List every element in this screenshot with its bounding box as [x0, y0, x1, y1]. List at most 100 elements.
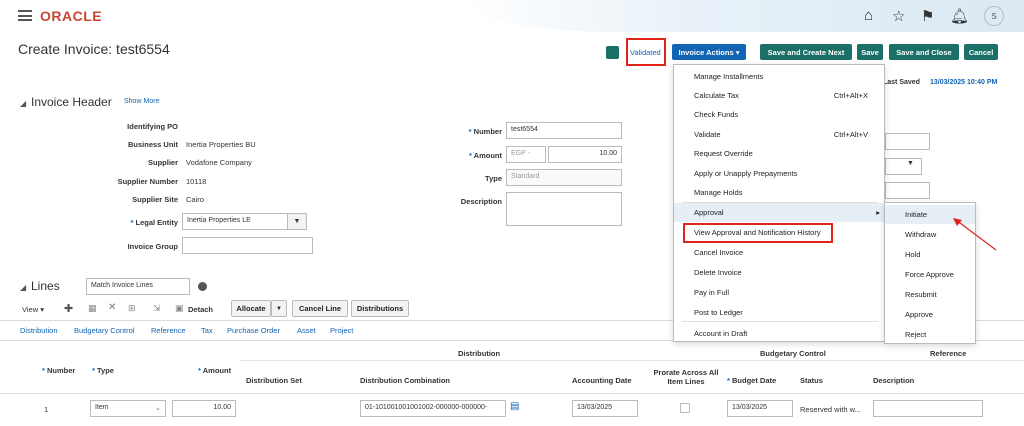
tab-reference[interactable]: Reference [151, 326, 186, 335]
combination-search-icon[interactable]: ▤ [510, 401, 519, 412]
lines-collapse-icon[interactable]: ◢ [20, 283, 26, 292]
submenu-item-force-approve[interactable]: Force Approve [885, 265, 975, 284]
menu-item-manage-installments[interactable]: Manage Installments [674, 67, 884, 86]
menu-separator [682, 321, 878, 322]
legal-entity-label-text: Legal Entity [135, 218, 178, 227]
save-button[interactable]: Save [857, 44, 883, 60]
tab-purchase-order[interactable]: Purchase Order [227, 326, 280, 335]
cancel-line-button[interactable]: Cancel Line [292, 300, 348, 317]
invoice-header-title: Invoice Header [31, 95, 112, 109]
avatar[interactable]: S [984, 6, 1004, 26]
group-distribution: Distribution [458, 349, 501, 358]
row-status: Reserved with w... [800, 405, 861, 414]
type-select[interactable]: Standard [506, 169, 622, 186]
description-field[interactable] [506, 192, 622, 226]
export-icon[interactable]: ⇲ [153, 303, 161, 314]
legal-entity-field[interactable]: Inertia Properties LE [182, 213, 292, 230]
col-amount: * Amount [198, 366, 232, 375]
menu-item-label: Account in Draft [694, 329, 748, 338]
save-and-create-next-button[interactable]: Save and Create Next [760, 44, 852, 60]
date-field-2[interactable] [885, 182, 930, 199]
tab-distribution[interactable]: Distribution [20, 326, 58, 335]
show-more-link[interactable]: Show More [124, 98, 159, 105]
tab-budgetary-control[interactable]: Budgetary Control [74, 326, 134, 335]
row-budget-date[interactable]: 13/03/2025 [727, 400, 793, 417]
menu-item-pay-in-full[interactable]: Pay in Full [674, 283, 884, 302]
col-type-text: Type [97, 366, 114, 375]
menu-item-approval[interactable]: Approval ▸ [674, 203, 884, 222]
invoice-group-field[interactable] [182, 237, 313, 254]
row-amount[interactable]: 10.00 [172, 400, 236, 417]
allocate-dropdown-icon[interactable]: ▼ [271, 300, 287, 317]
submenu-item-reject[interactable]: Reject [885, 325, 975, 344]
tab-tax[interactable]: Tax [201, 326, 213, 335]
match-lines-select[interactable]: Match Invoice Lines [86, 278, 190, 295]
menu-item-label: Check Funds [694, 110, 739, 119]
view-menu[interactable]: View ▾ [22, 305, 44, 314]
submenu-item-approve[interactable]: Approve [885, 305, 975, 324]
menu-item-calculate-tax[interactable]: Calculate Tax Ctrl+Alt+X [674, 86, 884, 105]
menu-item-label: Request Override [694, 149, 753, 158]
add-icon[interactable]: ✚ [64, 302, 73, 315]
menu-item-validate[interactable]: Validate Ctrl+Alt+V [674, 125, 884, 144]
edit-icon[interactable]: ▦ [88, 303, 97, 314]
business-unit-value: Inertia Properties BU [186, 140, 256, 149]
menu-item-check-funds[interactable]: Check Funds [674, 105, 884, 124]
row-accounting-date[interactable]: 13/03/2025 [572, 400, 638, 417]
col-distribution-set: Distribution Set [246, 376, 302, 385]
col-status: Status [800, 376, 823, 385]
chevron-down-icon[interactable]: ▼ [907, 160, 914, 167]
chevron-down-icon: ⌄ [155, 405, 161, 412]
delete-icon[interactable]: ✕ [108, 302, 116, 313]
distributions-button[interactable]: Distributions [351, 300, 409, 317]
bell-icon[interactable]: 🔔︎ [950, 7, 969, 25]
amount-field[interactable]: 10.00 [548, 146, 622, 163]
divider [240, 360, 1024, 361]
detach-icon[interactable]: ▣ [175, 303, 184, 314]
menu-item-manage-holds[interactable]: Manage Holds [674, 183, 884, 202]
divider [0, 393, 1024, 394]
legal-entity-dropdown-icon[interactable]: ▼ [287, 213, 307, 230]
menu-icon[interactable] [18, 10, 32, 21]
collapse-icon[interactable]: ◢ [20, 99, 26, 108]
allocate-button[interactable]: Allocate [231, 300, 271, 317]
row-distribution-combination[interactable]: 01-101001001001002-000000-000000- [360, 400, 506, 417]
supplier-value: Vodafone Company [186, 158, 252, 167]
validated-status[interactable]: Validated [630, 48, 661, 57]
menu-item-cancel-invoice[interactable]: Cancel Invoice [674, 243, 884, 262]
number-field[interactable]: test6554 [506, 122, 622, 139]
menu-item-account-in-draft[interactable]: Account in Draft [674, 324, 884, 343]
home-icon[interactable]: ⌂ [864, 7, 873, 24]
select-field[interactable] [885, 158, 922, 175]
freeze-icon[interactable]: ⊞ [128, 303, 136, 314]
date-field[interactable] [885, 133, 930, 150]
menu-item-label: Calculate Tax [694, 91, 739, 100]
menu-item-post-to-ledger[interactable]: Post to Ledger [674, 303, 884, 322]
prorate-checkbox[interactable] [680, 403, 690, 413]
menu-item-delete-invoice[interactable]: Delete Invoice [674, 263, 884, 282]
star-icon[interactable]: ☆ [892, 7, 905, 25]
invoice-actions-menu: Manage Installments Calculate Tax Ctrl+Alt… [673, 64, 885, 342]
menu-separator [682, 202, 878, 203]
col-type: * Type [92, 366, 114, 375]
tab-asset[interactable]: Asset [297, 326, 316, 335]
cancel-button[interactable]: Cancel [964, 44, 998, 60]
col-number-text: Number [47, 366, 76, 375]
arrow-icon [953, 218, 997, 251]
menu-item-label: Manage Installments [694, 72, 764, 81]
menu-item-apply-or-unapply-prepayments[interactable]: Apply or Unapply Prepayments [674, 164, 884, 183]
invoice-actions-button[interactable]: Invoice Actions ▾ [672, 44, 746, 60]
menu-item-label: Pay in Full [694, 288, 730, 297]
detach-button[interactable]: Detach [188, 305, 213, 314]
document-icon[interactable] [606, 46, 619, 59]
submenu-item-resubmit[interactable]: Resubmit [885, 285, 975, 304]
currency-select[interactable]: EGP - [506, 146, 546, 163]
menu-item-request-override[interactable]: Request Override [674, 144, 884, 163]
col-prorate: Prorate Across All Item Lines [653, 368, 719, 386]
save-and-close-button[interactable]: Save and Close [889, 44, 959, 60]
oracle-logo: ORACLE [40, 8, 103, 24]
flag-icon[interactable]: ⚑ [921, 7, 934, 25]
row-description[interactable] [873, 400, 983, 417]
go-icon[interactable] [198, 282, 207, 291]
tab-project[interactable]: Project [330, 326, 353, 335]
